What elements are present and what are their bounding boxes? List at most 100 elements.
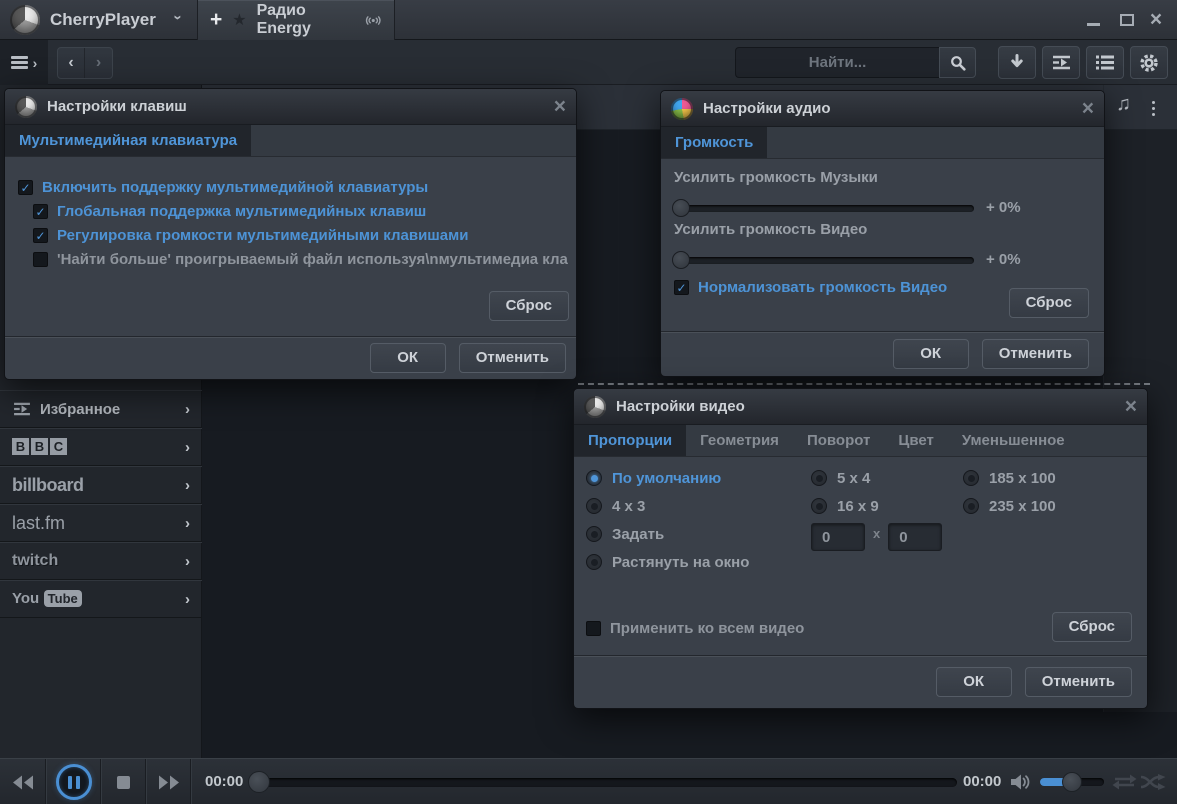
seek-slider-thumb[interactable] (248, 771, 270, 793)
radio-row-5x4[interactable]: 5 x 4 (811, 464, 942, 492)
sidebar-item-favorites[interactable]: Избранное › (0, 390, 202, 428)
radio-unselected[interactable] (586, 526, 602, 542)
music-volume-thumb[interactable] (672, 199, 690, 217)
tab-rotation[interactable]: Поворот (793, 425, 884, 456)
app-menu-chevron-down-icon[interactable]: › (170, 8, 187, 28)
dialog-tabs: Мультимедийная клавиатура (5, 125, 576, 157)
radio-unselected[interactable] (963, 498, 979, 514)
reset-button[interactable]: Сброс (1009, 288, 1089, 318)
radio-unselected[interactable] (811, 498, 827, 514)
sidebar-item-bbc[interactable]: BBC › (0, 428, 202, 466)
gear-icon (1139, 53, 1159, 73)
shuffle-button[interactable] (1140, 774, 1166, 795)
tab-thumbnail[interactable]: Уменьшенное (948, 425, 1079, 456)
reset-button[interactable]: Сброс (489, 291, 569, 321)
twitch-logo: twitch (12, 552, 58, 570)
video-volume-label: Усилить громкость Видео (674, 221, 867, 238)
normalize-checkbox-row[interactable]: ✓ Нормализовать громкость Видео (674, 275, 947, 299)
tab-multimedia-keyboard[interactable]: Мультимедийная клавиатура (5, 125, 251, 156)
dialog-titlebar[interactable]: Настройки клавиш × (5, 89, 576, 125)
reset-button[interactable]: Сброс (1052, 612, 1132, 642)
checkbox-checked[interactable]: ✓ (33, 228, 48, 243)
repeat-button[interactable] (1112, 774, 1137, 795)
cancel-button[interactable]: Отменить (459, 343, 566, 373)
search-icon (950, 55, 966, 71)
radio-row-default[interactable]: По умолчанию (586, 464, 749, 492)
checkbox-row[interactable]: ✓ Глобальная поддержка мультимедийных кл… (33, 199, 568, 223)
radio-row-custom[interactable]: Задать (586, 520, 749, 548)
radio-row-4x3[interactable]: 4 x 3 (586, 492, 749, 520)
playlist-toggle-button[interactable] (1042, 46, 1080, 79)
music-note-icon[interactable]: ♫ (1116, 93, 1131, 116)
video-volume-thumb[interactable] (672, 251, 690, 269)
previous-icon (11, 775, 35, 790)
radio-row-16x9[interactable]: 16 x 9 (811, 492, 942, 520)
sidebar-item-youtube[interactable]: You Tube › (0, 580, 202, 618)
minimize-button[interactable] (1082, 10, 1104, 30)
radio-selected[interactable] (586, 470, 602, 486)
keyboard-settings-dialog: Настройки клавиш × Мультимедийная клавиа… (4, 88, 577, 380)
search-button[interactable] (939, 47, 976, 78)
sidebar-item-lastfm[interactable]: last.fm › (0, 504, 202, 542)
width-input[interactable] (811, 523, 865, 551)
ok-button[interactable]: ОК (370, 343, 446, 373)
window-close-button[interactable]: × (1144, 10, 1168, 30)
radio-row-235x100[interactable]: 235 x 100 (963, 492, 1056, 520)
ok-button[interactable]: ОК (893, 339, 969, 369)
radio-unselected[interactable] (963, 470, 979, 486)
sidebar-item-billboard[interactable]: billboard › (0, 466, 202, 504)
cancel-button[interactable]: Отменить (982, 339, 1089, 369)
radio-unselected[interactable] (586, 554, 602, 570)
checkbox-checked[interactable]: ✓ (18, 180, 33, 195)
dialog-close-icon[interactable]: × (1082, 99, 1094, 119)
checkbox-unchecked[interactable] (586, 621, 601, 636)
tab-proportions[interactable]: Пропорции (574, 425, 686, 456)
radio-unselected[interactable] (811, 470, 827, 486)
favorite-star-icon[interactable]: ★ (232, 10, 246, 30)
volume-icon[interactable] (1010, 773, 1032, 796)
sidebar-menu-button[interactable]: › (0, 40, 48, 85)
next-track-button[interactable] (147, 759, 191, 804)
list-view-button[interactable] (1086, 46, 1124, 79)
sidebar-item-twitch[interactable]: twitch › (0, 542, 202, 580)
checkbox-checked[interactable]: ✓ (674, 280, 689, 295)
height-input[interactable] (888, 523, 942, 551)
tab-color[interactable]: Цвет (884, 425, 947, 456)
music-volume-slider[interactable] (674, 205, 974, 212)
pause-button[interactable] (47, 759, 101, 804)
bbc-logo: BBC (12, 438, 69, 456)
radio-row-185x100[interactable]: 185 x 100 (963, 464, 1056, 492)
radio-unselected[interactable] (586, 498, 602, 514)
dialog-close-icon[interactable]: × (554, 97, 566, 117)
ok-button[interactable]: ОК (936, 667, 1012, 697)
checkbox-row[interactable]: ✓ Регулировка громкости мультимедийными … (33, 223, 568, 247)
checkbox-row[interactable]: 'Найти больше' проигрываемый файл исполь… (33, 247, 568, 271)
maximize-button[interactable] (1114, 10, 1140, 30)
dialog-titlebar[interactable]: Настройки видео × (574, 389, 1147, 425)
previous-track-button[interactable] (0, 759, 46, 804)
new-tab-button[interactable]: + (210, 1, 222, 39)
apply-all-checkbox-row[interactable]: Применить ко всем видео (586, 616, 804, 640)
tab-volume[interactable]: Громкость (661, 127, 767, 158)
more-options-icon[interactable] (1152, 98, 1155, 119)
dialog-close-icon[interactable]: × (1125, 397, 1137, 417)
forward-button[interactable]: › (85, 48, 112, 78)
media-tab[interactable]: + ★ Радио Energy (197, 0, 395, 40)
volume-slider-thumb[interactable] (1062, 772, 1082, 792)
checkbox-unchecked[interactable] (33, 252, 48, 267)
cancel-button[interactable]: Отменить (1025, 667, 1132, 697)
stop-button[interactable] (102, 759, 146, 804)
seek-slider[interactable] (252, 778, 957, 787)
download-button[interactable] (998, 46, 1036, 79)
search-input[interactable] (735, 47, 939, 78)
next-icon (157, 775, 181, 790)
checkbox-row[interactable]: ✓ Включить поддержку мультимедийной клав… (18, 175, 568, 199)
back-button[interactable]: ‹ (58, 48, 85, 78)
radio-row-stretch[interactable]: Растянуть на окно (586, 548, 749, 576)
tab-geometry[interactable]: Геометрия (686, 425, 793, 456)
settings-button[interactable] (1130, 46, 1168, 79)
video-volume-slider[interactable] (674, 257, 974, 264)
radio-label: 4 x 3 (612, 498, 645, 515)
dialog-titlebar[interactable]: Настройки аудио × (661, 91, 1104, 127)
checkbox-checked[interactable]: ✓ (33, 204, 48, 219)
